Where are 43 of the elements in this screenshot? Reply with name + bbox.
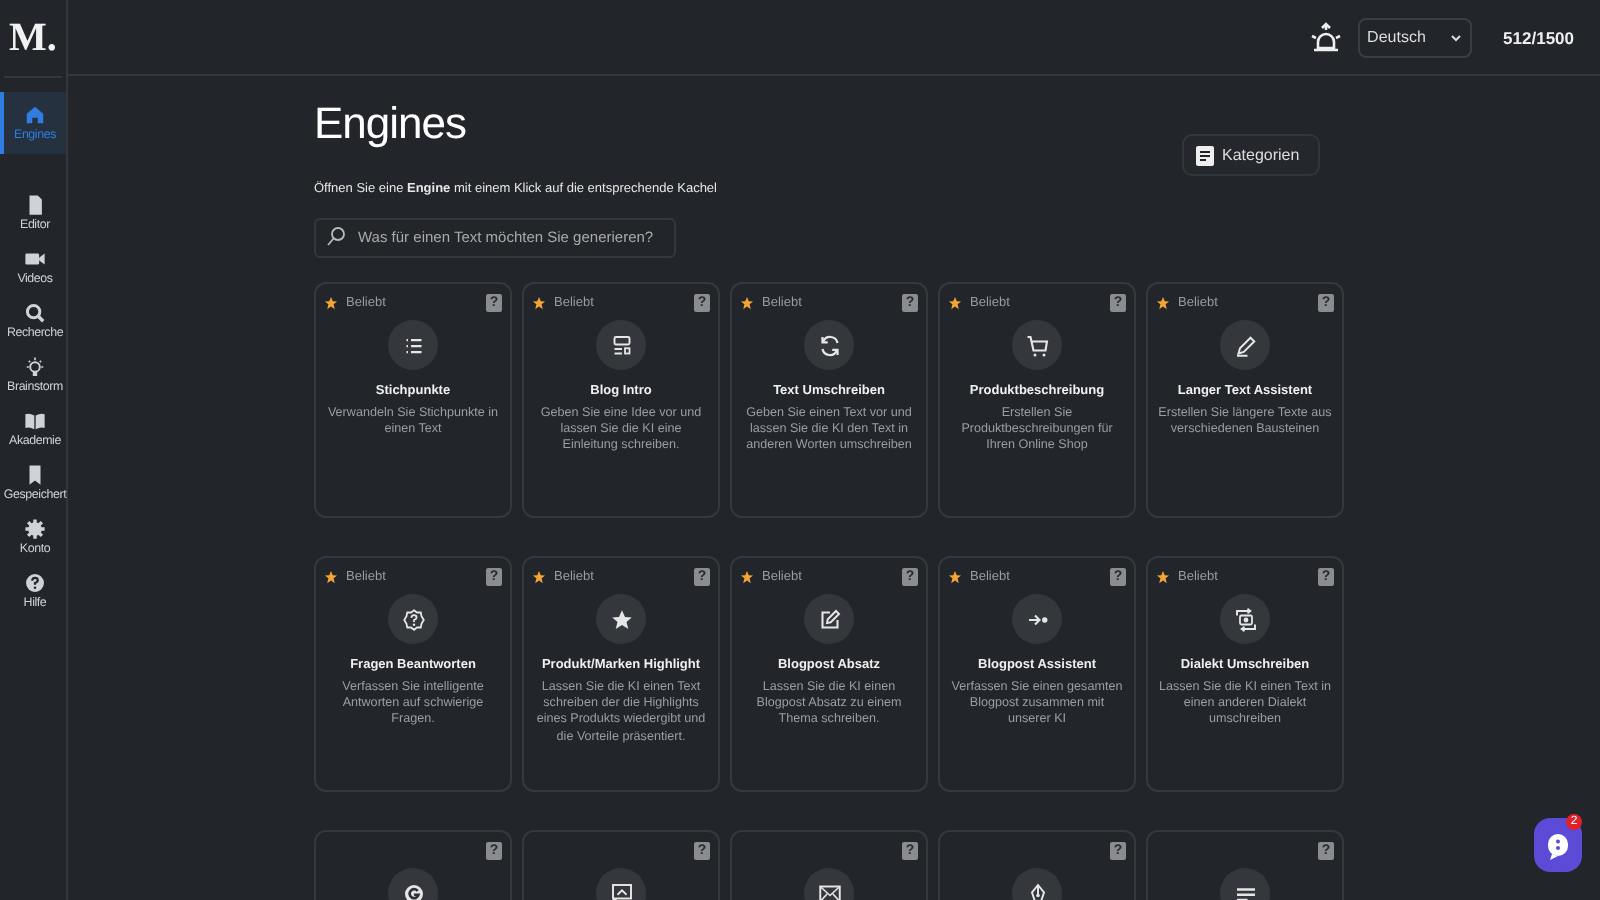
star-icon (740, 569, 754, 583)
engine-icon (401, 881, 425, 900)
star-icon (324, 569, 338, 583)
nav-icon (24, 248, 46, 270)
star-icon (740, 295, 754, 309)
language-select[interactable]: Deutsch (1357, 17, 1472, 57)
chat-button[interactable] (1534, 818, 1582, 872)
chat-icon (1546, 831, 1570, 859)
engine-icon (609, 333, 633, 357)
star-icon (324, 295, 338, 309)
engine-icon (609, 607, 633, 631)
star-icon (948, 295, 962, 309)
star-icon (532, 295, 546, 309)
engine-icon (1025, 333, 1049, 357)
logo[interactable]: M. (4, 0, 62, 78)
credit-counter: 512/1500 (1503, 27, 1574, 47)
nav-icon (24, 410, 46, 432)
search-icon (326, 226, 346, 246)
nav-icon (24, 104, 46, 126)
engine-icon (401, 607, 425, 631)
page-title: Engines (314, 98, 467, 150)
nav-icon (24, 302, 46, 324)
caret-icon (1449, 31, 1462, 43)
siren-icon[interactable] (1309, 21, 1342, 53)
engine-icon (1233, 607, 1257, 631)
engine-icon (1233, 333, 1257, 357)
star-icon (532, 569, 546, 583)
nav-icon (24, 194, 46, 216)
engine-icon (817, 881, 841, 900)
nav-icon (24, 356, 46, 378)
star-icon (948, 569, 962, 583)
engine-icon (817, 607, 841, 631)
nav-icon (24, 572, 46, 594)
document-icon (1196, 145, 1214, 165)
engine-icon (401, 333, 425, 357)
nav-icon (24, 464, 46, 486)
nav-icon (24, 518, 46, 540)
engine-icon (1025, 881, 1049, 900)
categories-button[interactable]: Kategorien (1182, 134, 1320, 176)
star-icon (1156, 295, 1170, 309)
engine-icon (609, 881, 633, 900)
engine-icon (817, 333, 841, 357)
star-icon (1156, 569, 1170, 583)
